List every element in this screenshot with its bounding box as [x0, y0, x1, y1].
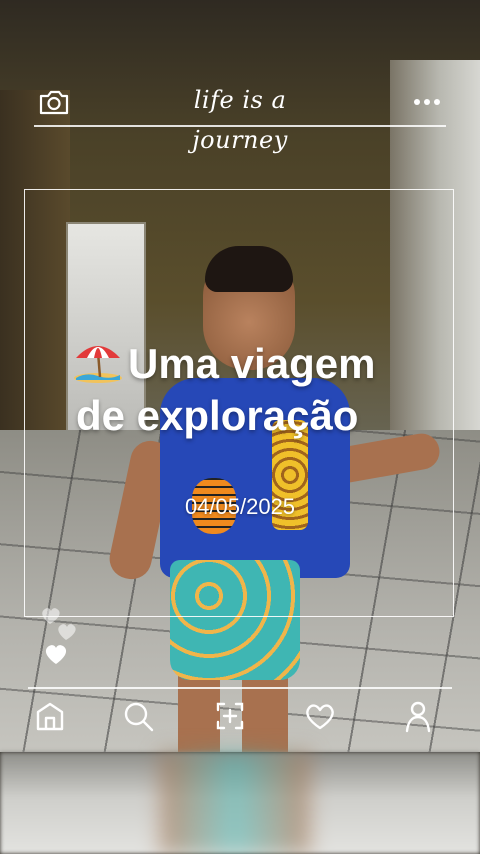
bottom-nav: [0, 692, 480, 744]
beach-umbrella-icon: [70, 340, 126, 384]
top-divider: [34, 125, 446, 127]
add-post-icon[interactable]: [212, 698, 248, 734]
blurred-photo-strip: [0, 752, 480, 854]
top-bar: life is a journey: [0, 78, 480, 154]
hearts-icon[interactable]: [38, 606, 82, 668]
post-headline: Uma viagem de exploração: [60, 338, 440, 442]
post-date: 04/05/2025: [184, 494, 296, 519]
heart-icon[interactable]: [302, 698, 338, 734]
bottom-divider: [28, 687, 452, 689]
more-dots-icon[interactable]: [410, 90, 444, 114]
headline-line-1: Uma viagem: [60, 338, 440, 390]
home-icon[interactable]: [32, 698, 68, 734]
search-icon[interactable]: [120, 698, 156, 734]
app-title: life is a journey: [192, 86, 288, 154]
profile-icon[interactable]: [400, 698, 436, 734]
camera-icon[interactable]: [38, 88, 70, 116]
headline-line-2: de exploração: [76, 392, 359, 439]
